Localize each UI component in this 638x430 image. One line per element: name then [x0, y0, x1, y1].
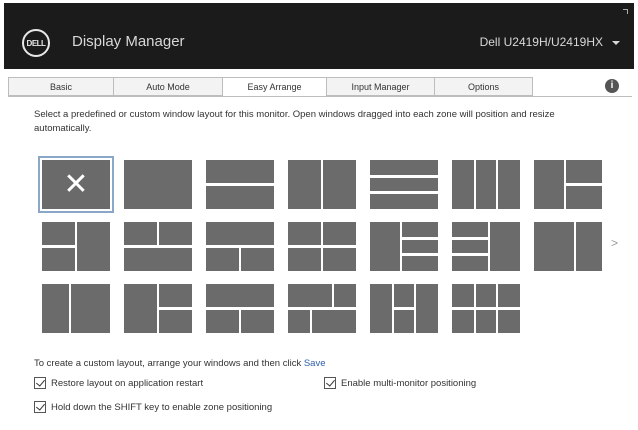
description-text: Select a predefined or custom window lay…	[34, 109, 555, 134]
layout-tile-left-right-split[interactable]	[534, 160, 602, 209]
title-bar: DELL Display Manager Dell U2419H/U2419HX	[4, 3, 634, 69]
layout-tile-vertical-halves[interactable]	[288, 160, 356, 209]
resize-icon[interactable]	[623, 9, 628, 14]
shift-key-label: Hold down the SHIFT key to enable zone p…	[51, 401, 273, 413]
layout-tile-wide-split[interactable]	[534, 222, 602, 271]
tab-bar: Basic Auto Mode Easy Arrange Input Manag…	[8, 77, 533, 97]
layout-tile-quad-c[interactable]	[206, 222, 274, 271]
tab-basic[interactable]: Basic	[8, 77, 113, 96]
multi-monitor-label: Enable multi-monitor positioning	[341, 377, 477, 389]
custom-layout-text: To create a custom layout, arrange your …	[34, 358, 302, 369]
shift-key-option[interactable]: Hold down the SHIFT key to enable zone p…	[34, 401, 272, 413]
layout-tile-six-grid[interactable]	[452, 284, 520, 333]
layout-tile-row3-b[interactable]	[124, 284, 192, 333]
tab-auto-mode[interactable]: Auto Mode	[113, 77, 222, 96]
layout-tile-row3-a[interactable]	[42, 284, 110, 333]
tab-input-manager[interactable]: Input Manager	[326, 77, 434, 96]
layout-tile-full[interactable]	[124, 160, 192, 209]
monitor-name: Dell U2419H/U2419HX	[479, 35, 603, 49]
layout-tile-row3-c[interactable]	[206, 284, 274, 333]
shift-key-checkbox[interactable]	[34, 401, 46, 413]
layout-tile-row3-e[interactable]	[370, 284, 438, 333]
chevron-down-icon	[612, 41, 620, 45]
app-title: Display Manager	[72, 33, 185, 50]
custom-layout-hint: To create a custom layout, arrange your …	[34, 358, 326, 369]
restore-layout-option[interactable]: Restore layout on application restart	[34, 377, 203, 389]
layout-tile-quad-d[interactable]	[288, 222, 356, 271]
tab-options[interactable]: Options	[434, 77, 533, 96]
layout-tile-quad-b[interactable]	[124, 222, 192, 271]
tab-divider	[8, 96, 632, 97]
multi-monitor-option[interactable]: Enable multi-monitor positioning	[324, 377, 476, 389]
info-icon[interactable]: i	[605, 79, 619, 93]
layout-tile-none[interactable]: ✕	[38, 156, 114, 213]
tab-easy-arrange[interactable]: Easy Arrange	[222, 77, 326, 97]
save-link[interactable]: Save	[304, 358, 326, 369]
layout-tile-row3-d[interactable]	[288, 284, 356, 333]
multi-monitor-checkbox[interactable]	[324, 377, 336, 389]
layout-tile-quad-a[interactable]	[42, 222, 110, 271]
layout-tile-three-left-right[interactable]	[452, 222, 520, 271]
restore-layout-checkbox[interactable]	[34, 377, 46, 389]
layout-tile-horizontal-halves[interactable]	[206, 160, 274, 209]
monitor-selector[interactable]: Dell U2419H/U2419HX	[480, 35, 620, 49]
dell-logo: DELL	[22, 29, 50, 57]
restore-layout-label: Restore layout on application restart	[51, 377, 204, 389]
layout-tile-left-three-right[interactable]	[370, 222, 438, 271]
close-icon: ✕	[63, 168, 89, 201]
layout-tile-vertical-thirds[interactable]	[452, 160, 520, 209]
next-page-icon[interactable]: >	[611, 236, 618, 250]
layout-tile-horizontal-thirds[interactable]	[370, 160, 438, 209]
